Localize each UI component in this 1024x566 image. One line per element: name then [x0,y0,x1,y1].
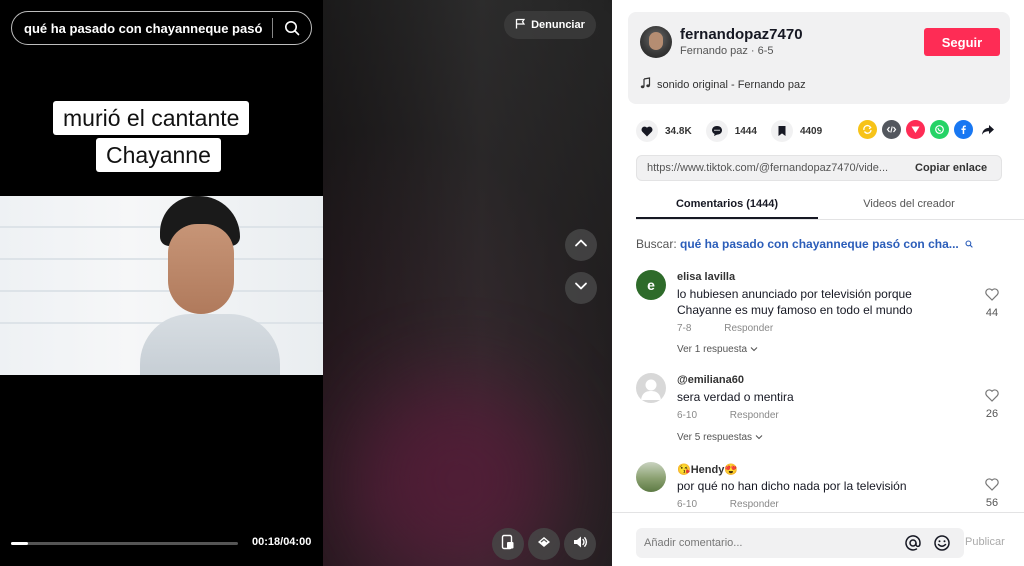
save-button[interactable]: 4409 [770,120,823,142]
commenter-avatar[interactable]: e [636,270,666,300]
chevron-down-icon [755,432,763,443]
next-video-button[interactable] [565,272,597,304]
comment-meta: 6-10 Responder [677,499,779,510]
reply-button[interactable]: Responder [724,323,773,334]
video-caption-line2: Chayanne [96,138,221,172]
volume-button[interactable] [564,528,596,560]
video-frame-photo [0,196,323,375]
video-time: 00:18/04:00 [252,536,312,548]
comment-like-button[interactable]: 26 [982,389,1002,420]
mini-player-icon [500,534,516,555]
emoji-icon[interactable] [933,534,951,552]
view-replies-button[interactable]: Ver 5 respuestas [677,432,763,443]
video-area: qué ha pasado con chayanneque pasó c... … [0,0,612,566]
video-search-query[interactable]: qué ha pasado con chayanneque pasó c... [24,21,264,36]
float-video-button[interactable] [528,528,560,560]
video-link-url[interactable]: https://www.tiktok.com/@fernandopaz7470/… [637,162,903,174]
search-suggestion-prefix: Buscar: [636,237,681,251]
comment-like-button[interactable]: 56 [982,478,1002,509]
commenter-name[interactable]: @emiliana60 [677,374,744,386]
video-player[interactable]: qué ha pasado con chayanneque pasó c... … [0,0,323,566]
comment-icon [705,120,728,142]
engagement-row: 34.8K 1444 4409 [636,119,836,143]
reply-button[interactable]: Responder [730,499,779,510]
repost-icon[interactable] [858,120,877,139]
volume-icon [572,534,588,555]
like-count: 34.8K [665,125,692,137]
author-meta: Fernando paz · 6-5 [680,45,774,57]
comment-button[interactable]: 1444 [705,120,757,142]
heart-outline-icon [985,389,999,406]
search-small-icon[interactable] [965,237,973,251]
comment-like-count: 26 [985,408,999,420]
commenter-name[interactable]: 😘Hendy😍 [677,463,738,476]
chevron-down-icon [750,344,758,355]
comment-meta: 7-8 Responder [677,323,773,334]
video-link-box: https://www.tiktok.com/@fernandopaz7470/… [636,155,1002,181]
like-button[interactable]: 34.8K [636,120,692,142]
comment-list: e elisa lavilla lo hubiesen anunciado po… [636,268,1016,510]
author-avatar[interactable] [640,26,672,58]
comment-text: lo hubiesen anunciado por televisión por… [677,287,913,317]
bookmark-icon [770,120,793,142]
flag-icon [515,18,526,32]
comment-count: 1444 [734,125,757,137]
video-progress-bar[interactable] [11,542,238,545]
embed-icon[interactable] [882,120,901,139]
comment-meta: 6-10 Responder [677,410,779,421]
follow-button[interactable]: Seguir [924,28,1000,56]
chevron-down-icon [573,278,589,299]
video-progress-fill [11,542,29,545]
sound-row[interactable]: sonido original - Fernando paz [640,77,806,92]
author-card: fernandopaz7470 Fernando paz · 6-5 Segui… [628,12,1010,104]
author-username[interactable]: fernandopaz7470 [680,26,803,43]
music-note-icon [640,77,651,92]
whatsapp-icon[interactable] [930,120,949,139]
save-count: 4409 [799,125,823,137]
comment-like-count: 44 [985,307,999,319]
chevron-up-icon [573,235,589,256]
search-icon[interactable] [281,17,303,39]
send-icon[interactable] [906,120,925,139]
comment-date: 7-8 [677,323,692,334]
comment-like-count: 56 [985,497,999,509]
report-button[interactable]: Denunciar [504,11,596,39]
video-search-bar[interactable]: qué ha pasado con chayanneque pasó c... [11,11,312,45]
facebook-icon[interactable] [954,120,973,139]
mini-player-button[interactable] [492,528,524,560]
tab-comments[interactable]: Comentarios (1444) [636,190,818,219]
view-replies-label: Ver 5 respuestas [677,432,753,443]
commenter-avatar[interactable] [636,373,666,403]
commenter-name[interactable]: elisa lavilla [677,271,735,283]
details-panel: fernandopaz7470 Fernando paz · 6-5 Segui… [612,0,1024,566]
sound-name: sonido original - Fernando paz [657,78,806,91]
heart-outline-icon [985,478,999,495]
comment-like-button[interactable]: 44 [982,288,1002,319]
share-row [858,120,997,139]
comment-text: por qué no han dicho nada por la televis… [677,479,907,493]
previous-video-button[interactable] [565,229,597,261]
view-replies-label: Ver 1 respuesta [677,344,748,355]
post-comment-button[interactable]: Publicar [965,536,1005,548]
heart-outline-icon [985,288,999,305]
search-suggestion: Buscar: qué ha pasado con chayanneque pa… [636,237,973,251]
report-label: Denunciar [531,19,585,31]
copy-link-button[interactable]: Copiar enlace [903,162,987,174]
commenter-avatar[interactable] [636,462,666,492]
video-caption-line1: murió el cantante [53,101,250,135]
tab-creator-videos[interactable]: Videos del creador [818,190,1000,219]
heart-icon [636,120,658,142]
search-suggestion-query[interactable]: qué ha pasado con chayanneque pasó con c… [680,237,959,251]
share-arrow-icon[interactable] [978,120,997,139]
comment-text: sera verdad o mentira [677,390,794,404]
float-player-icon [536,534,552,555]
comment-date: 6-10 [677,499,698,510]
panel-tabs: Comentarios (1444) Videos del creador [636,190,1024,220]
mention-icon[interactable] [904,534,922,552]
search-divider [272,18,273,38]
view-replies-button[interactable]: Ver 1 respuesta [677,344,758,355]
comment-composer: Publicar [612,512,1024,566]
reply-button[interactable]: Responder [730,410,779,421]
comment-date: 6-10 [677,410,698,421]
